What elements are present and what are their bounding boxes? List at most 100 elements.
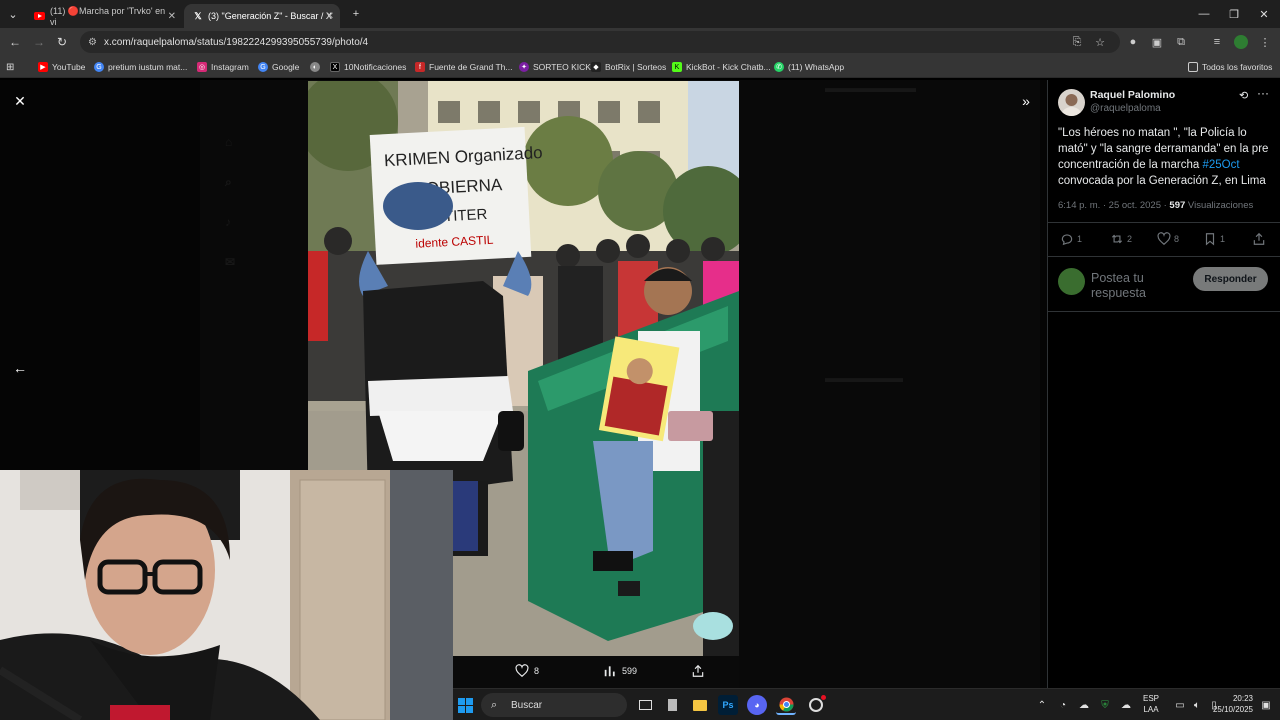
reply-button[interactable]: 1: [1060, 232, 1082, 246]
microphone-icon[interactable]: [1121, 698, 1135, 712]
more-options-icon[interactable]: ···: [1257, 86, 1269, 100]
reply-input[interactable]: Postea tu respuesta: [1091, 271, 1186, 301]
view-label: Visualizaciones: [1185, 200, 1254, 211]
forward-icon[interactable]: →: [30, 33, 48, 51]
bookmark-label: YouTube: [52, 62, 86, 72]
divider: [1048, 311, 1280, 312]
photo-share-button[interactable]: [691, 664, 705, 678]
tab-youtube[interactable]: (11) 🔴Marcha por 'Trvko' en vi ✕: [26, 4, 182, 28]
notification-icon[interactable]: ▣: [1259, 698, 1273, 712]
media-control-icon[interactable]: ≡: [1208, 33, 1226, 51]
tweet-meta: 6:14 p. m. · 25 oct. 2025 · 597 Visualiz…: [1058, 200, 1253, 211]
obs-icon[interactable]: [806, 695, 826, 715]
cloud-icon[interactable]: ☁: [1077, 698, 1091, 712]
font-icon: f: [415, 62, 425, 72]
divider: [1048, 256, 1280, 257]
bookmark-botrix[interactable]: ◆ BotRix | Sorteos: [591, 60, 666, 74]
repost-icon: [1111, 234, 1123, 244]
close-icon[interactable]: ✕: [168, 11, 176, 22]
share-icon: [692, 664, 704, 677]
tray-app-icon[interactable]: ◔: [1056, 698, 1070, 712]
extension-icon[interactable]: ●: [1124, 33, 1142, 51]
bookmark-youtube[interactable]: ▶ YouTube: [38, 60, 85, 74]
all-bookmarks[interactable]: Todos los favoritos: [1188, 60, 1272, 74]
previous-photo-icon[interactable]: ←: [8, 356, 32, 380]
puzzle-icon[interactable]: ⧉: [1172, 33, 1190, 51]
view-count: 597: [1169, 200, 1186, 211]
star-icon[interactable]: ☆: [1091, 33, 1109, 51]
bookmark-globe[interactable]: ◐: [310, 60, 324, 74]
windows-start-icon[interactable]: [455, 695, 475, 715]
kick-icon: K: [672, 62, 682, 72]
close-icon[interactable]: ✕: [326, 11, 334, 22]
tab-label: (3) "Generación Z" - Buscar / X: [208, 11, 332, 21]
reply-submit-button[interactable]: Responder: [1193, 267, 1268, 291]
language-indicator[interactable]: ESP LAA: [1143, 693, 1159, 715]
taskbar-search[interactable]: ⌕ Buscar: [481, 693, 627, 717]
bookmark-button[interactable]: 1: [1203, 232, 1225, 246]
new-tab-button[interactable]: +: [340, 0, 372, 28]
clock[interactable]: 20:23 25/10/2025: [1207, 693, 1253, 715]
heart-icon: [1157, 232, 1171, 246]
task-view-icon[interactable]: [635, 695, 655, 715]
hashtag-link[interactable]: #25Oct: [1202, 159, 1239, 171]
bookmark-label: Todos los favoritos: [1202, 62, 1273, 72]
address-bar[interactable]: ⚙ x.com/raquelpaloma/status/198222429939…: [80, 31, 1120, 53]
repost-button[interactable]: 2: [1110, 232, 1132, 246]
photo-like-count: 8: [534, 666, 540, 676]
chevron-up-icon[interactable]: ⌃: [1035, 698, 1049, 712]
bookmark-label: (11) WhatsApp: [788, 62, 845, 72]
reload-icon[interactable]: ↻: [53, 33, 71, 51]
author-handle[interactable]: @raquelpaloma: [1090, 103, 1161, 114]
back-icon[interactable]: ←: [6, 33, 24, 51]
discord-icon[interactable]: ◕: [747, 695, 767, 715]
reply-count: 1: [1077, 234, 1083, 244]
restore-icon[interactable]: ❐: [1218, 0, 1250, 28]
file-explorer-icon[interactable]: [690, 695, 710, 715]
bookmark-icon: [1205, 233, 1215, 246]
bookmark-instagram[interactable]: ◎ Instagram: [197, 60, 249, 74]
bookmark-sorteo-kick[interactable]: ✦ SORTEO KICK: [519, 60, 591, 74]
google-icon: G: [94, 62, 104, 72]
photoshop-icon[interactable]: Ps: [718, 695, 738, 715]
apps-icon[interactable]: ⊞: [6, 60, 14, 74]
network-icon[interactable]: ▭: [1173, 698, 1187, 712]
close-window-icon[interactable]: ✕: [1248, 0, 1280, 28]
bookmark-label: Fuente de Grand Th...: [429, 62, 513, 72]
search-icon: ⌕: [491, 698, 498, 711]
bookmark-grand-theft[interactable]: f Fuente de Grand Th...: [415, 60, 512, 74]
app-icon[interactable]: [662, 695, 682, 715]
tweet-timestamp[interactable]: 6:14 p. m. · 25 oct. 2025 ·: [1058, 200, 1169, 211]
bookmark-label: Instagram: [211, 62, 249, 72]
tab-x-search[interactable]: 𝕏 (3) "Generación Z" - Buscar / X ✕: [184, 4, 340, 28]
photo-like-button[interactable]: 8: [515, 664, 539, 678]
share-button[interactable]: [1252, 232, 1269, 246]
profile-avatar[interactable]: [1232, 33, 1250, 51]
bookmark-whatsapp[interactable]: ✆ (11) WhatsApp: [774, 60, 844, 74]
minimize-icon[interactable]: —: [1188, 0, 1220, 28]
site-info-icon[interactable]: ⚙: [88, 37, 97, 48]
photo-views[interactable]: 599: [603, 664, 637, 678]
author-name[interactable]: Raquel Palomino: [1090, 89, 1175, 101]
menu-icon[interactable]: ⋮: [1256, 33, 1274, 51]
extension-icon[interactable]: ▣: [1148, 33, 1166, 51]
tab-search-icon[interactable]: ⌄: [0, 0, 26, 28]
bookmark-10notificaciones[interactable]: X 10Notificaciones: [330, 60, 406, 74]
shield-icon[interactable]: ⛨: [1098, 698, 1112, 712]
search-label: Buscar: [511, 699, 543, 711]
globe-icon: ◐: [310, 62, 320, 72]
webcam-overlay: [0, 470, 453, 720]
avatar[interactable]: [1058, 89, 1085, 116]
close-viewer-icon[interactable]: ✕: [8, 89, 32, 113]
share-icon: [1253, 232, 1265, 245]
collapse-sidebar-icon[interactable]: »: [1014, 89, 1038, 113]
x-icon: X: [330, 62, 340, 72]
like-button[interactable]: 8: [1157, 232, 1179, 246]
bookmark-kickbot[interactable]: K KickBot - Kick Chatb...: [672, 60, 771, 74]
bookmark-pretium[interactable]: Gpretium iustum mat...: [94, 60, 187, 74]
volume-icon[interactable]: 🔈︎: [1190, 698, 1204, 712]
chrome-icon[interactable]: [776, 695, 796, 715]
install-icon[interactable]: ⎘: [1068, 33, 1086, 51]
grok-icon[interactable]: ⟲: [1239, 89, 1248, 102]
bookmark-google[interactable]: G Google: [258, 60, 299, 74]
